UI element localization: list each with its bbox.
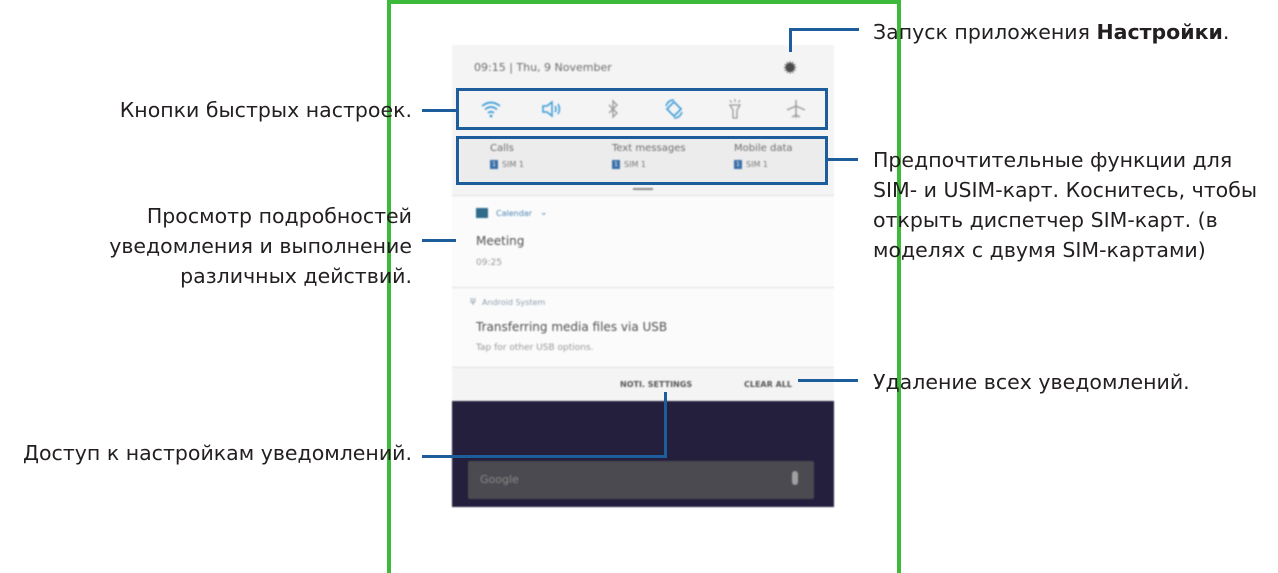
notification-app-name: Calendar	[496, 208, 532, 218]
notification-title: Transferring media files via USB	[476, 320, 668, 334]
chevron-down-icon[interactable]: ⌄	[540, 208, 548, 218]
usb-icon: ψ	[470, 296, 476, 306]
settings-annotation: Запуск приложения Настройки.	[873, 20, 1230, 44]
search-text: Google	[480, 473, 519, 486]
clear-all-annotation: Удаление всех уведомлений.	[873, 370, 1190, 394]
callout-line	[789, 28, 859, 31]
notification-time: 09:25	[476, 258, 502, 268]
sim-highlight	[456, 136, 828, 185]
callout-line	[798, 379, 858, 382]
quick-settings-highlight	[456, 88, 828, 130]
search-bar[interactable]: Google	[468, 461, 814, 499]
clear-all-button[interactable]: CLEAR ALL	[744, 380, 792, 389]
callout-line	[828, 158, 858, 161]
mic-icon[interactable]	[792, 471, 798, 485]
usb-notification[interactable]: ψ Android System Transferring media file…	[452, 287, 834, 368]
noti-settings-button[interactable]: NOTI. SETTINGS	[620, 380, 692, 389]
callout-line	[422, 455, 667, 458]
callout-line	[789, 28, 792, 52]
notification-title: Meeting	[476, 234, 525, 248]
home-screen: Google	[452, 401, 834, 507]
gear-icon[interactable]: ✹	[780, 59, 800, 79]
callout-line	[422, 109, 456, 112]
drag-handle[interactable]	[633, 188, 653, 190]
callout-line	[664, 392, 667, 457]
notification-sub: Tap for other USB options.	[476, 343, 594, 353]
details-annotation: Просмотр подробностей уведомления и выпо…	[109, 204, 412, 288]
callout-line	[422, 239, 456, 242]
quick-settings-annotation: Кнопки быстрых настроек.	[119, 98, 412, 122]
calendar-icon	[476, 208, 488, 218]
sim-annotation: Предпочтительные функции для SIM- и USIM…	[873, 148, 1258, 262]
calendar-notification[interactable]: Calendar ⌄ Meeting 09:25	[452, 195, 834, 288]
date-time: 09:15 | Thu, 9 November	[474, 61, 612, 74]
notification-app-name: Android System	[482, 298, 546, 307]
notification-actions: NOTI. SETTINGS CLEAR ALL	[452, 367, 834, 402]
noti-settings-annotation: Доступ к настройкам уведомлений.	[23, 441, 412, 465]
status-row: 09:15 | Thu, 9 November ✹	[452, 45, 834, 85]
